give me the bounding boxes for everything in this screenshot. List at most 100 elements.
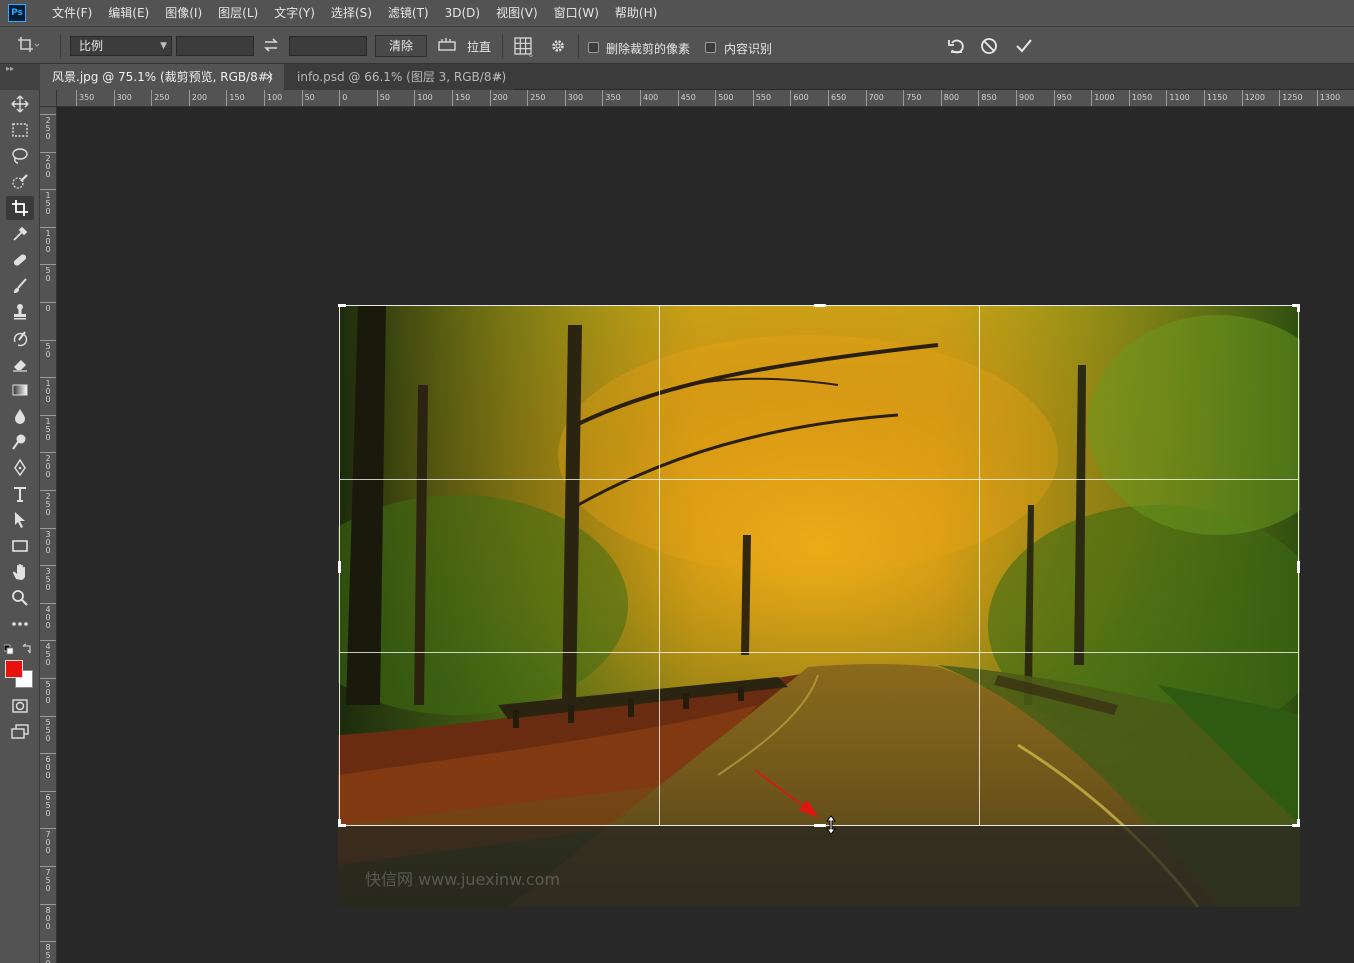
content-aware-label[interactable]: 内容识别 <box>724 40 772 57</box>
separator <box>502 34 503 58</box>
brush-tool-icon[interactable] <box>6 274 34 298</box>
menu-3d[interactable]: 3D(D) <box>437 0 488 26</box>
h-ruler-label: 1000 <box>1094 93 1115 102</box>
v-ruler-tick <box>40 715 56 717</box>
toolbar-header[interactable]: ▸▸ <box>0 64 40 90</box>
reset-icon[interactable] <box>946 35 968 57</box>
delete-cropped-pixels-label[interactable]: 删除裁剪的像素 <box>606 40 690 57</box>
collapse-icon[interactable]: ▸▸ <box>6 64 14 73</box>
default-colors-swap-icon[interactable] <box>3 642 36 656</box>
chevron-down-icon: ▼ <box>160 41 167 51</box>
h-ruler-tick <box>715 90 717 106</box>
straighten-label[interactable]: 拉直 <box>467 38 491 55</box>
clone-stamp-tool-icon[interactable] <box>6 300 34 324</box>
close-icon[interactable]: × <box>265 64 274 90</box>
h-ruler-label: 400 <box>643 93 659 102</box>
menu-type[interactable]: 文字(Y) <box>266 0 323 26</box>
h-ruler-tick <box>978 90 980 106</box>
content-aware-checkbox[interactable] <box>705 42 716 53</box>
crop-handle-top[interactable] <box>814 304 826 307</box>
overlay-grid-icon[interactable] <box>512 35 534 58</box>
history-brush-tool-icon[interactable] <box>6 326 34 350</box>
crop-handle-left[interactable] <box>338 561 341 573</box>
h-ruler-tick <box>828 90 829 106</box>
foreground-color-swatch[interactable] <box>5 660 23 678</box>
v-ruler-tick <box>40 678 56 679</box>
crop-handle-bottom-left-v[interactable] <box>338 819 341 827</box>
type-tool-icon[interactable] <box>6 482 34 506</box>
blur-tool-icon[interactable] <box>6 404 34 428</box>
h-ruler-tick <box>1016 90 1017 106</box>
lasso-tool-icon[interactable] <box>6 144 34 168</box>
clear-button[interactable]: 清除 <box>375 35 427 57</box>
ruler-origin[interactable] <box>40 90 57 107</box>
crop-handle-bottom-right-v[interactable] <box>1297 819 1300 827</box>
h-ruler-tick <box>76 90 77 106</box>
crop-tool-icon[interactable] <box>6 196 34 220</box>
h-ruler-tick <box>151 90 153 106</box>
eraser-tool-icon[interactable] <box>6 352 34 376</box>
ratio-width-input[interactable] <box>176 36 254 56</box>
menu-image[interactable]: 图像(I) <box>157 0 210 26</box>
h-ruler-tick <box>940 90 942 106</box>
swap-icon[interactable] <box>262 36 280 54</box>
h-ruler-tick <box>1204 90 1205 106</box>
document-tab-active[interactable]: 风景.jpg @ 75.1% (裁剪预览, RGB/8#) × <box>40 64 284 90</box>
crop-tool-preset-icon[interactable] <box>16 35 40 55</box>
h-ruler-label: 1250 <box>1282 93 1303 102</box>
gradient-tool-icon[interactable] <box>6 378 34 402</box>
quick-selection-tool-icon[interactable] <box>6 170 34 194</box>
close-icon[interactable]: × <box>494 64 503 90</box>
v-ruler-label: 750 <box>45 868 51 893</box>
h-ruler-tick <box>1128 90 1130 106</box>
ratio-height-input[interactable] <box>289 36 367 56</box>
dodge-tool-icon[interactable] <box>6 430 34 454</box>
h-ruler-label: 200 <box>492 93 508 102</box>
menu-edit[interactable]: 编辑(E) <box>100 0 157 26</box>
more-tools-icon[interactable] <box>6 612 34 636</box>
commit-check-icon[interactable] <box>1013 35 1035 57</box>
ratio-select[interactable]: 比例 ▼ <box>70 36 172 56</box>
h-ruler-label: 1200 <box>1244 93 1265 102</box>
pen-tool-icon[interactable] <box>6 456 34 480</box>
document-tab[interactable]: info.psd @ 66.1% (图层 3, RGB/8#) × <box>285 64 513 90</box>
quick-mask-icon[interactable] <box>6 694 34 718</box>
v-ruler-label: 200 <box>45 153 51 179</box>
menu-file[interactable]: 文件(F) <box>44 0 100 26</box>
h-ruler-label: 150 <box>455 93 471 102</box>
vertical-ruler[interactable]: 2502001501005005010015020025030035040045… <box>40 107 57 963</box>
menu-view[interactable]: 视图(V) <box>488 0 546 26</box>
zoom-tool-icon[interactable] <box>6 586 34 610</box>
move-tool-icon[interactable] <box>6 92 34 116</box>
eyedropper-tool-icon[interactable] <box>6 222 34 246</box>
menu-window[interactable]: 窗口(W) <box>546 0 607 26</box>
crop-box[interactable] <box>338 304 1300 827</box>
v-ruler-tick <box>40 226 56 228</box>
v-ruler-tick <box>40 790 56 792</box>
rectangle-tool-icon[interactable] <box>6 534 34 558</box>
crop-handle-right[interactable] <box>1297 561 1300 573</box>
screen-mode-icon[interactable] <box>6 720 34 744</box>
straighten-icon[interactable] <box>436 35 458 55</box>
h-ruler-tick <box>264 90 265 106</box>
hand-tool-icon[interactable] <box>6 560 34 584</box>
menu-layer[interactable]: 图层(L) <box>210 0 266 26</box>
crop-handle-top-left[interactable] <box>338 304 346 307</box>
gear-icon[interactable] <box>547 35 569 57</box>
menu-select[interactable]: 选择(S) <box>323 0 380 26</box>
menu-filter[interactable]: 滤镜(T) <box>380 0 437 26</box>
marquee-tool-icon[interactable] <box>6 118 34 142</box>
thirds-gridline <box>340 652 1298 653</box>
path-selection-tool-icon[interactable] <box>6 508 34 532</box>
delete-cropped-pixels-checkbox[interactable] <box>588 42 599 53</box>
horizontal-ruler[interactable]: 350 300 250 200 150 100 50 0 50 100 150 200 250 300 35… <box>57 90 1354 107</box>
h-ruler-tick <box>903 90 905 106</box>
menu-help[interactable]: 帮助(H) <box>607 0 665 26</box>
v-ruler-tick <box>40 339 56 341</box>
h-ruler-label: 0 <box>342 93 348 102</box>
v-ruler-label: 250 <box>45 116 51 141</box>
healing-brush-tool-icon[interactable] <box>6 248 34 272</box>
crop-handle-top-right-v[interactable] <box>1297 304 1300 312</box>
v-ruler-tick <box>40 490 56 491</box>
cancel-icon[interactable] <box>978 35 1000 57</box>
